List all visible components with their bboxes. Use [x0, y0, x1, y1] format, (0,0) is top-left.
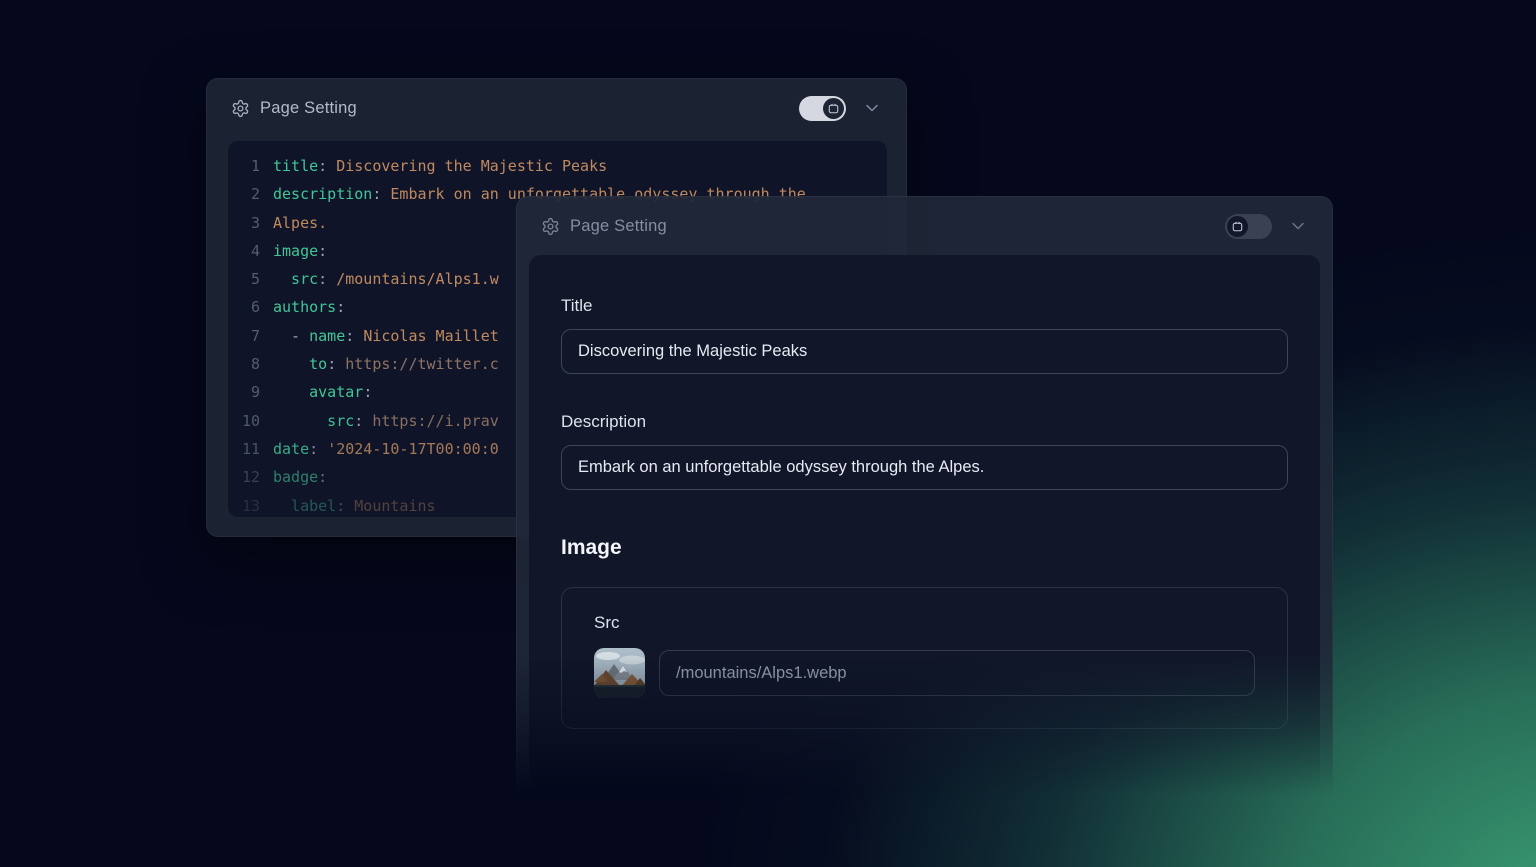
editor-panel-header: Page Setting: [207, 79, 906, 137]
image-src-input[interactable]: [659, 650, 1255, 696]
title-input[interactable]: [561, 329, 1288, 374]
code-line: 1 title: Discovering the Majestic Peaks: [228, 152, 887, 180]
line-number: 12: [228, 463, 260, 491]
code-text: badge:: [273, 463, 327, 491]
code-text: authors:: [273, 293, 345, 321]
code-text: label: Mountains: [273, 492, 436, 517]
code-text: - name: Nicolas Maillet: [273, 322, 499, 350]
code-toggle-knob: [1227, 216, 1248, 237]
gear-icon: [541, 217, 560, 236]
line-number: 8: [228, 350, 260, 378]
line-number: 6: [228, 293, 260, 321]
description-label: Description: [561, 412, 1288, 432]
src-row: [594, 648, 1255, 698]
panel-title: Page Setting: [570, 217, 667, 236]
code-text: src: https://i.prav: [273, 407, 499, 435]
form-panel-header: Page Setting: [517, 197, 1332, 255]
code-view-toggle[interactable]: [799, 96, 846, 121]
description-input[interactable]: [561, 445, 1288, 490]
chevron-down-icon[interactable]: [1288, 216, 1308, 236]
code-text: avatar:: [273, 378, 372, 406]
code-text: title: Discovering the Majestic Peaks: [273, 152, 607, 180]
chevron-down-icon[interactable]: [862, 98, 882, 118]
code-block-icon: [827, 102, 840, 115]
image-field-card: Src: [561, 587, 1288, 729]
gear-icon: [231, 99, 250, 118]
line-number: 13: [228, 492, 260, 517]
image-section-heading: Image: [561, 536, 1288, 560]
code-text: Alpes.: [273, 209, 327, 237]
line-number: 10: [228, 407, 260, 435]
line-number: 7: [228, 322, 260, 350]
code-text: src: /mountains/Alps1.w: [273, 265, 499, 293]
line-number: 11: [228, 435, 260, 463]
title-label: Title: [561, 296, 1288, 316]
line-number: 4: [228, 237, 260, 265]
line-number: 3: [228, 209, 260, 237]
form-content-card: Title Description Image Src: [529, 255, 1320, 791]
line-number: 1: [228, 152, 260, 180]
form-panel: Page Setting Title Description: [516, 196, 1333, 800]
code-view-toggle[interactable]: [1225, 214, 1272, 239]
code-text: image:: [273, 237, 327, 265]
code-block-icon: [1231, 220, 1244, 233]
src-label: Src: [594, 613, 1255, 633]
line-number: 2: [228, 180, 260, 208]
code-text: date: '2024-10-17T00:00:0: [273, 435, 499, 463]
mountain-photo: [594, 648, 645, 698]
code-text: to: https://twitter.c: [273, 350, 499, 378]
panel-title: Page Setting: [260, 99, 357, 118]
line-number: 5: [228, 265, 260, 293]
line-number: 9: [228, 378, 260, 406]
image-thumbnail[interactable]: [594, 648, 645, 698]
desktop-background: Page Setting 1 title: Discovering the Maj…: [0, 0, 1536, 867]
code-toggle-knob: [823, 98, 844, 119]
